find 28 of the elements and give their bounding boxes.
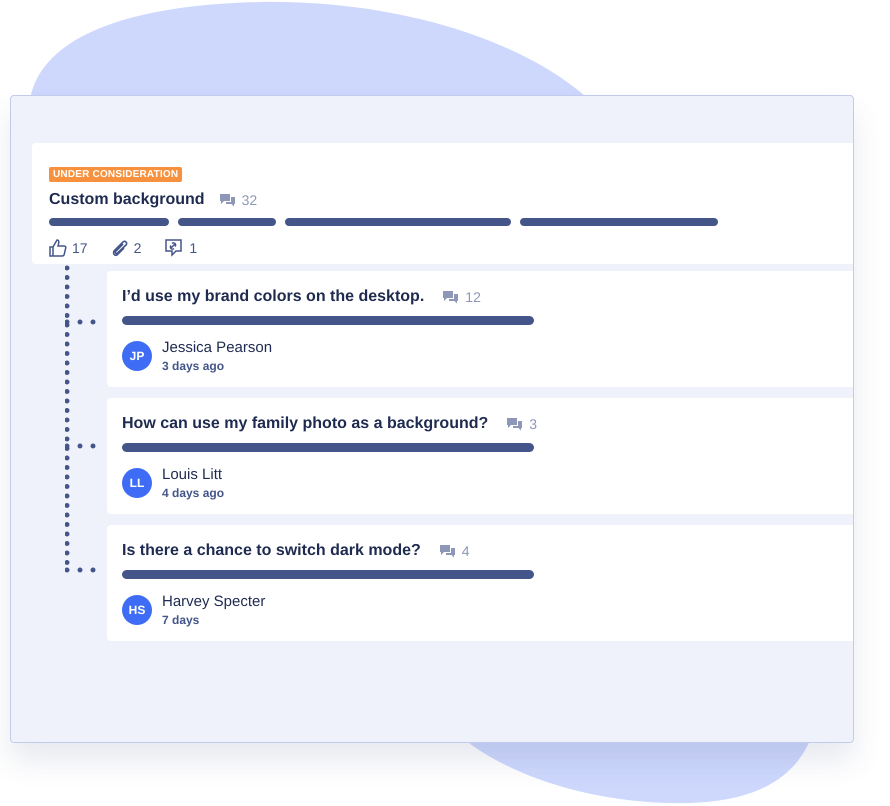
reply-title: How can use my family photo as a background? xyxy=(122,415,488,433)
paperclip-icon xyxy=(110,239,129,257)
link-count: 1 xyxy=(189,240,198,256)
comment-count: 32 xyxy=(242,192,258,208)
author-name: Harvey Specter xyxy=(162,593,266,610)
comment-count: 12 xyxy=(465,289,481,305)
reply-title: I’d use my brand colors on the desktop. xyxy=(122,288,424,306)
author-name: Jessica Pearson xyxy=(162,339,272,356)
avatar: HS xyxy=(122,595,152,625)
status-badge: UNDER CONSIDERATION xyxy=(49,167,182,182)
thumbs-up-icon xyxy=(49,239,67,257)
comment-count: 3 xyxy=(529,416,538,432)
post-time: 3 days ago xyxy=(162,359,226,373)
comment-count: 4 xyxy=(462,543,470,559)
attachment-count: 2 xyxy=(134,240,142,256)
post-time: 4 days ago xyxy=(162,486,224,500)
comments-icon xyxy=(506,417,524,431)
like-count: 17 xyxy=(72,240,88,256)
comments-icon xyxy=(218,193,236,207)
post-time: 7 days xyxy=(162,613,200,627)
author-name: Louis Litt xyxy=(162,466,224,483)
comments-icon xyxy=(442,290,460,304)
reply-title: Is there a chance to switch dark mode? xyxy=(122,542,421,560)
idea-title: Custom background xyxy=(49,191,205,209)
avatar: LL xyxy=(122,468,152,498)
avatar: JP xyxy=(122,341,152,371)
chat-link-icon xyxy=(164,239,184,257)
comments-icon xyxy=(438,544,456,558)
